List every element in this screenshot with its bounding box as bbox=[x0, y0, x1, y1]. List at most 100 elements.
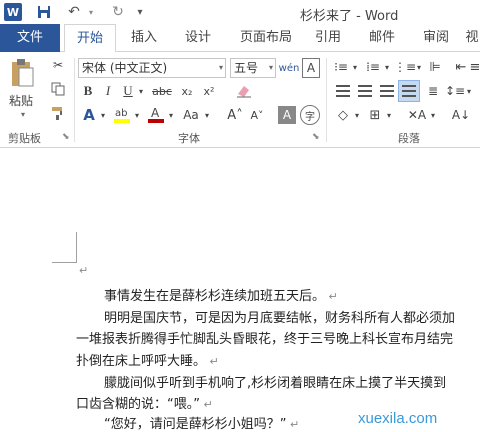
font-size-value: 五号 bbox=[234, 61, 259, 75]
document-paragraph[interactable]: 明明是国庆节，可是因为月底要结帐，财务科所有人都必须加 bbox=[104, 307, 455, 326]
paragraph-text: 朦胧间似乎听到手机响了,杉杉闭着眼睛在床上摸了半天摸到 bbox=[104, 376, 447, 391]
redo-icon[interactable]: ↻ bbox=[110, 3, 126, 21]
shading-icon[interactable]: ◇ bbox=[334, 106, 352, 124]
character-border-icon[interactable]: A bbox=[302, 58, 320, 78]
phonetic-guide-icon[interactable]: wén bbox=[279, 58, 300, 78]
document-paragraph[interactable]: “您好，请问是薛杉杉小姐吗？” ↵ bbox=[104, 413, 299, 432]
tab-file[interactable]: 文件 bbox=[0, 24, 60, 52]
shading-dropdown-icon[interactable]: ▾ bbox=[352, 106, 362, 124]
copy-icon[interactable] bbox=[50, 80, 66, 98]
margin-marker bbox=[52, 262, 77, 263]
chevron-down-icon: ▾ bbox=[268, 63, 273, 72]
decrease-indent-icon[interactable]: ⇤ bbox=[452, 58, 470, 76]
save-icon[interactable] bbox=[36, 3, 52, 21]
group-divider bbox=[74, 58, 75, 142]
underline-icon[interactable]: U bbox=[120, 82, 136, 100]
change-case-icon[interactable]: Aa bbox=[180, 106, 202, 124]
font-color-icon[interactable]: A bbox=[146, 104, 166, 124]
clipboard-group-label: 剪贴板 bbox=[8, 132, 41, 145]
highlight-icon[interactable]: ab bbox=[112, 104, 132, 124]
change-case-dropdown-icon[interactable]: ▾ bbox=[202, 106, 212, 124]
title-bar: W ↶ ▾ ↻ ▾ 杉杉来了 - Word bbox=[0, 0, 480, 24]
paste-icon[interactable] bbox=[8, 58, 36, 88]
paragraph-group-label: 段落 bbox=[398, 132, 420, 145]
document-paragraph[interactable]: 一堆报表折腾得手忙脚乱头昏眼花，终于三号晚上科长宣布月结完 bbox=[76, 328, 453, 347]
italic-icon[interactable]: I bbox=[100, 82, 116, 100]
font-group-label: 字体 bbox=[178, 132, 200, 145]
word-logo-icon[interactable]: W bbox=[4, 3, 22, 21]
paragraph-mark-icon: ↵ bbox=[79, 264, 89, 277]
undo-dropdown-icon[interactable]: ▾ bbox=[86, 3, 96, 21]
character-shading-icon[interactable]: A bbox=[278, 106, 296, 124]
highlight-dropdown-icon[interactable]: ▾ bbox=[132, 106, 142, 124]
grow-font-icon[interactable]: A˄ bbox=[226, 106, 244, 124]
margin-marker bbox=[76, 232, 77, 262]
borders-dropdown-icon[interactable]: ▾ bbox=[384, 106, 394, 124]
cut-icon[interactable]: ✂ bbox=[50, 56, 66, 74]
distributed-icon[interactable]: ⊫ bbox=[426, 58, 444, 76]
document-paragraph[interactable]: 口齿含糊的说：“喂。” ↵ bbox=[76, 393, 213, 412]
paragraph-mark-icon: ↵ bbox=[286, 418, 300, 431]
tab-page-layout[interactable]: 页面布局 bbox=[232, 24, 300, 52]
align-left-icon[interactable] bbox=[334, 82, 352, 100]
tab-mailings[interactable]: 邮件 bbox=[360, 24, 404, 52]
distribute-icon[interactable]: ≣ bbox=[424, 82, 442, 100]
enclose-characters-icon[interactable]: 字 bbox=[300, 105, 320, 125]
bullets-dropdown-icon[interactable]: ▾ bbox=[350, 58, 360, 76]
tab-view[interactable]: 视 bbox=[464, 24, 480, 52]
shrink-font-icon[interactable]: A˅ bbox=[248, 106, 266, 124]
text-effects-icon[interactable]: A bbox=[80, 106, 98, 124]
asian-layout-dropdown-icon[interactable]: ▾ bbox=[428, 106, 438, 124]
document-paragraph[interactable]: 朦胧间似乎听到手机响了,杉杉闭着眼睛在床上摸了半天摸到 bbox=[104, 372, 446, 391]
numbering-icon[interactable]: ⁞≡ bbox=[364, 58, 382, 76]
tab-review[interactable]: 审阅 bbox=[414, 24, 458, 52]
align-right-icon[interactable] bbox=[378, 82, 396, 100]
customize-qat-icon[interactable]: ▾ bbox=[134, 3, 146, 21]
ribbon-tabs: 文件 开始 插入 设计 页面布局 引用 邮件 审阅 视 bbox=[0, 24, 480, 53]
document-paragraph[interactable]: 扑倒在床上呼呼大睡。 ↵ bbox=[76, 350, 219, 369]
document-paragraph[interactable]: 事情发生在是薛杉杉连续加班五天后。 ↵ bbox=[104, 285, 338, 304]
numbering-dropdown-icon[interactable]: ▾ bbox=[382, 58, 392, 76]
font-color-dropdown-icon[interactable]: ▾ bbox=[166, 106, 176, 124]
tab-design[interactable]: 设计 bbox=[176, 24, 220, 52]
justify-icon[interactable] bbox=[398, 80, 420, 102]
sort-icon[interactable]: A↓ bbox=[452, 106, 470, 124]
multilevel-list-icon[interactable]: ⋮≡ bbox=[394, 58, 416, 76]
paragraph-text: 事情发生在是薛杉杉连续加班五天后。 bbox=[104, 289, 326, 304]
tab-references[interactable]: 引用 bbox=[306, 24, 350, 52]
paragraph-mark-icon: ↵ bbox=[325, 290, 338, 303]
tab-insert[interactable]: 插入 bbox=[122, 24, 166, 52]
font-launcher-icon[interactable]: ⬊ bbox=[312, 132, 320, 142]
line-spacing-dropdown-icon[interactable]: ▾ bbox=[464, 82, 474, 100]
text-effects-dropdown-icon[interactable]: ▾ bbox=[98, 106, 108, 124]
increase-indent-icon[interactable]: ≡ bbox=[470, 58, 480, 76]
paste-button[interactable]: 粘贴 bbox=[9, 92, 33, 109]
watermark: xuexila.com bbox=[358, 410, 438, 427]
underline-dropdown-icon[interactable]: ▾ bbox=[136, 82, 146, 100]
borders-icon[interactable]: ⊞ bbox=[366, 106, 384, 124]
font-name-value: 宋体 (中文正文) bbox=[82, 61, 168, 75]
line-spacing-icon[interactable]: ↕≡ bbox=[445, 82, 465, 100]
bold-icon[interactable]: B bbox=[80, 82, 96, 100]
font-name-select[interactable]: 宋体 (中文正文) ▾ bbox=[78, 58, 226, 78]
paste-dropdown-icon[interactable]: ▾ bbox=[18, 110, 28, 119]
format-painter-icon[interactable] bbox=[50, 104, 66, 122]
document-title: 杉杉来了 - Word bbox=[300, 9, 399, 24]
undo-icon[interactable]: ↶ bbox=[66, 3, 82, 21]
strikethrough-icon[interactable]: abc bbox=[150, 82, 174, 100]
superscript-icon[interactable]: x² bbox=[200, 82, 218, 100]
subscript-icon[interactable]: x₂ bbox=[178, 82, 196, 100]
clear-formatting-icon[interactable] bbox=[234, 82, 254, 100]
align-center-icon[interactable] bbox=[356, 82, 374, 100]
paragraph-text: 扑倒在床上呼呼大睡。 bbox=[76, 354, 207, 369]
bullets-icon[interactable]: ⁝≡ bbox=[332, 58, 350, 76]
asian-layout-icon[interactable]: ✕A bbox=[406, 106, 428, 124]
font-size-select[interactable]: 五号 ▾ bbox=[230, 58, 276, 78]
paragraph-mark-icon: ↵ bbox=[206, 355, 219, 368]
clipboard-launcher-icon[interactable]: ⬊ bbox=[62, 132, 70, 142]
multilevel-list-dropdown-icon[interactable]: ▾ bbox=[414, 58, 424, 76]
paragraph-text: 明明是国庆节，可是因为月底要结帐，财务科所有人都必须加 bbox=[104, 311, 456, 326]
svg-text:ab: ab bbox=[115, 108, 127, 119]
tab-home[interactable]: 开始 bbox=[64, 24, 116, 53]
paragraph-text: 一堆报表折腾得手忙脚乱头昏眼花，终于三号晚上科长宣布月结完 bbox=[76, 332, 454, 347]
